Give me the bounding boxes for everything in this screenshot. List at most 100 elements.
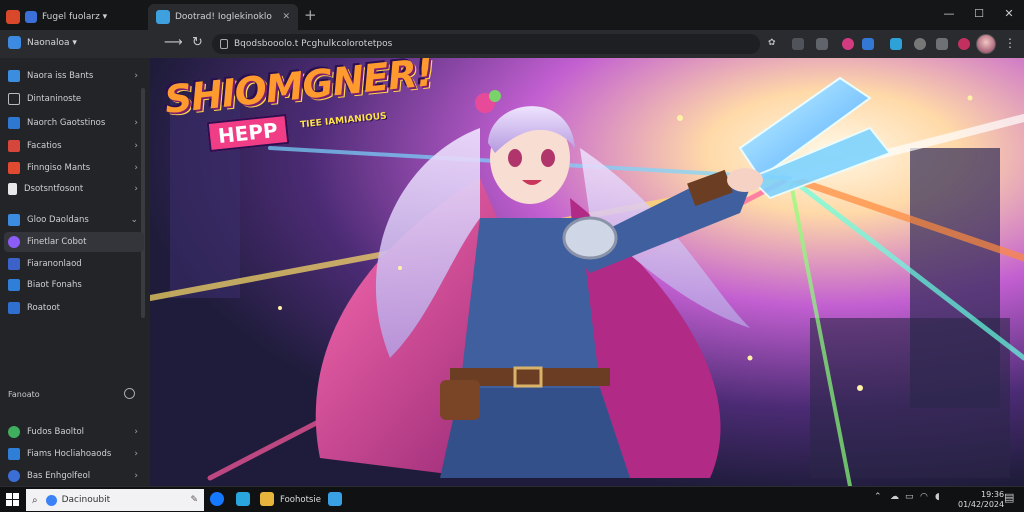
sidebar-item[interactable]: Biaot Fonahs xyxy=(4,275,144,295)
sidebar-item-label: Facatios xyxy=(27,141,62,151)
tab-title: Dootrad! Ioglekinoklo xyxy=(175,12,272,22)
sidebar-item-label: Naora iss Bants xyxy=(27,71,94,81)
pinned-app-label[interactable]: Foohotsie xyxy=(280,495,321,505)
close-button[interactable]: ✕ xyxy=(994,0,1024,26)
mail-icon xyxy=(8,140,20,152)
notifications-icon[interactable]: ▤ xyxy=(1004,491,1014,504)
profile-extension-icon[interactable] xyxy=(958,38,970,50)
search-placeholder: Dacinoubit xyxy=(61,495,111,505)
artwork-viewport: SHIOMGNER! HEPP TIEE IAMIANIOUS xyxy=(150,58,1024,486)
new-tab-button[interactable]: + xyxy=(304,6,317,24)
menu-kebab-icon[interactable]: ⋮ xyxy=(1004,36,1016,50)
sidebar-item[interactable]: Gloo Daoldans ⌄ xyxy=(4,210,144,230)
minimize-button[interactable]: — xyxy=(934,0,964,26)
chevron-right-icon: › xyxy=(134,163,138,173)
sidebar-item-label: Dsotsntfosont xyxy=(24,184,84,194)
artwork-title: SHIOMGNER! xyxy=(162,58,435,122)
sidebar-item[interactable]: Facatios › xyxy=(4,136,144,156)
window-icon xyxy=(8,279,20,291)
sidebar-item-label: Gloo Daoldans xyxy=(27,215,89,225)
sidebar-item[interactable]: Dintaninoste xyxy=(4,89,144,109)
explorer-taskbar-icon[interactable] xyxy=(260,492,274,506)
chevron-right-icon: › xyxy=(134,141,138,151)
chevron-right-icon: › xyxy=(134,118,138,128)
tab-active[interactable]: Dootrad! Ioglekinoklo ✕ xyxy=(148,4,298,30)
sidebar-item[interactable]: Fiaranonlaod xyxy=(4,254,144,274)
clock-date: 01/42/2024 xyxy=(958,500,1005,509)
sidebar-item[interactable]: Naora iss Bants › xyxy=(4,66,144,86)
tab-first[interactable]: Fugel fuolarz ▾ xyxy=(6,4,146,30)
sidebar-item[interactable]: Fudos Baoltol › xyxy=(4,422,144,442)
sidebar-section-label: Fanoato xyxy=(8,390,40,399)
globe-icon xyxy=(8,470,20,482)
clock-time: 19:36 xyxy=(981,490,1005,499)
sidebar-item-active[interactable]: Finetlar Cobot xyxy=(4,232,144,252)
tray-cloud-icon[interactable]: ☁ xyxy=(890,492,899,502)
chevron-down-icon: ⌄ xyxy=(130,215,138,225)
search-logo-icon xyxy=(45,494,57,506)
sidebar-item-label: Finetlar Cobot xyxy=(27,237,87,247)
arrow-icon xyxy=(8,258,20,270)
settings-gear-icon[interactable] xyxy=(914,38,926,50)
tray-chevron-icon[interactable]: ⌃ xyxy=(874,492,882,502)
tab-close-icon[interactable]: ✕ xyxy=(282,12,290,22)
sidebar-item[interactable]: Naorch Gaotstinos › xyxy=(4,113,144,133)
address-bar[interactable]: Bqodsbooolo.t Pcghulkcolorotetpos xyxy=(212,34,760,54)
active-app-taskbar-icon[interactable] xyxy=(328,492,342,506)
taskbar: ⌕ Dacinoubit ✎ Foohotsie ⌃ ☁ ▭ ◠ ◖ 19:36… xyxy=(0,486,1024,512)
search-extra-icon: ✎ xyxy=(190,495,198,505)
extensions-icon[interactable] xyxy=(816,38,828,50)
tab-bar: Fugel fuolarz ▾ Dootrad! Ioglekinoklo ✕ … xyxy=(0,0,1024,30)
tab-title: Fugel fuolarz ▾ xyxy=(42,12,108,22)
page-info-icon[interactable] xyxy=(220,39,228,49)
tray-wifi-icon[interactable]: ◠ xyxy=(920,492,928,502)
forward-button[interactable]: ⟶ xyxy=(164,35,183,50)
sidebar-item-label: Roatoot xyxy=(27,303,60,313)
downloads-icon[interactable] xyxy=(936,38,948,50)
sidebar-item-label: Fiaranonlaod xyxy=(27,259,82,269)
artwork-tagline: TIEE IAMIANIOUS xyxy=(299,111,388,131)
windows-start-icon[interactable] xyxy=(6,493,19,506)
sidebar: Naora iss Bants › Dintaninoste Naorch Ga… xyxy=(0,58,150,486)
browser-taskbar-icon[interactable] xyxy=(210,492,224,506)
sidebar-item-label: Naorch Gaotstinos xyxy=(27,118,106,128)
extension-blue-icon[interactable] xyxy=(862,38,874,50)
section-settings-icon[interactable] xyxy=(124,388,135,399)
search-icon: ⌕ xyxy=(32,494,38,506)
green-circle-icon xyxy=(8,426,20,438)
sidebar-item[interactable]: Fiams Hocliahoaods › xyxy=(4,444,144,464)
sidebar-item[interactable]: Finngiso Mants › xyxy=(4,158,144,178)
maximize-button[interactable]: ☐ xyxy=(964,0,994,26)
blue-tag-icon xyxy=(8,448,20,460)
profile-avatar[interactable] xyxy=(976,34,996,54)
sidebar-item[interactable]: Roatoot xyxy=(4,298,144,318)
artwork-title-logo: SHIOMGNER! HEPP TIEE IAMIANIOUS xyxy=(162,58,435,174)
taskbar-search[interactable]: ⌕ Dacinoubit ✎ xyxy=(26,489,204,511)
tab-favicon xyxy=(156,10,170,24)
tray-battery-icon[interactable]: ▭ xyxy=(905,492,914,502)
store-taskbar-icon[interactable] xyxy=(236,492,250,506)
sidebar-item[interactable]: Bas Enhgolfeol › xyxy=(4,466,144,486)
tray-volume-icon[interactable]: ◖ xyxy=(935,492,940,502)
chevron-down-icon: › xyxy=(134,184,138,194)
artwork-subtitle: HEPP xyxy=(206,113,290,153)
app-red-icon xyxy=(8,162,20,174)
extension-pink-icon[interactable] xyxy=(842,38,854,50)
browser-toolbar: Naonaloa ▾ ⟶ ↻ Bqodsbooolo.t Pcghulkcolo… xyxy=(0,30,1024,58)
bookmark-icon[interactable] xyxy=(792,38,804,50)
app-icon xyxy=(6,10,20,24)
person-icon xyxy=(8,302,20,314)
extension-icon[interactable]: ✿ xyxy=(768,38,780,50)
reload-button[interactable]: ↻ xyxy=(192,35,203,50)
purple-circle-icon xyxy=(8,236,20,248)
sidebar-item-label: Fudos Baoltol xyxy=(27,427,85,437)
folder-icon xyxy=(8,70,20,82)
chevron-right-icon: › xyxy=(134,427,138,437)
workspace-selector[interactable]: Naonaloa ▾ xyxy=(8,36,77,49)
sidebar-item[interactable]: Dsotsntfosont › xyxy=(4,179,144,199)
taskbar-clock[interactable]: 19:36 01/42/2024 xyxy=(958,490,1004,510)
chevron-right-icon: › xyxy=(134,71,138,81)
extension-cyan-icon[interactable] xyxy=(890,38,902,50)
chart-icon xyxy=(8,117,20,129)
sidebar-item-label: Finngiso Mants xyxy=(27,163,91,173)
